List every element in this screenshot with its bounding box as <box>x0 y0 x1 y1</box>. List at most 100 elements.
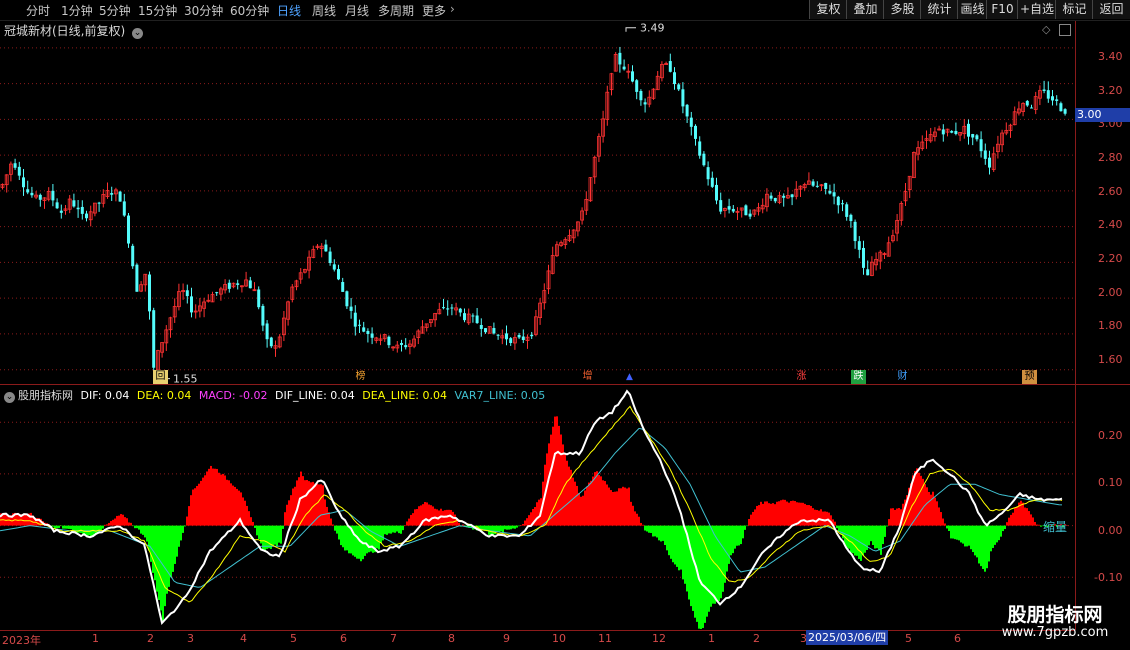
mark-button[interactable]: 标记 <box>1055 0 1093 19</box>
statistics-button[interactable]: 统计 <box>920 0 958 19</box>
month-label: 3 <box>187 632 194 645</box>
histogram-bar <box>1002 525 1004 532</box>
histogram-bar <box>770 503 772 526</box>
event-marker[interactable]: 财 <box>895 370 910 384</box>
histogram-bar <box>748 518 750 526</box>
histogram-bar <box>424 502 426 526</box>
candle-body <box>841 203 844 205</box>
histogram-bar <box>676 525 678 567</box>
candlestick-chart[interactable]: 3.49 1.55 <box>0 21 1075 384</box>
histogram-bar <box>528 515 530 526</box>
event-marker[interactable]: 榜 <box>353 370 368 384</box>
candle-body <box>55 202 59 209</box>
chevron-right-icon[interactable]: › <box>450 2 455 16</box>
histogram-bar <box>794 501 796 526</box>
period-tab-multi[interactable]: 多周期 <box>378 2 414 19</box>
histogram-bar <box>864 525 866 553</box>
histogram-bar <box>406 521 408 526</box>
histogram-bar <box>250 517 252 526</box>
watermark-title: 股朋指标网 <box>1007 604 1103 626</box>
period-tab-30min[interactable]: 30分钟 <box>184 2 223 19</box>
add-watchlist-button[interactable]: +自选 <box>1017 0 1056 19</box>
histogram-bar <box>248 511 250 526</box>
histogram-bar <box>62 525 64 529</box>
candle-body <box>832 192 836 197</box>
histogram-bar <box>108 522 110 526</box>
histogram-bar <box>160 525 162 611</box>
period-tab-60min[interactable]: 60分钟 <box>230 2 269 19</box>
month-label: 2 <box>147 632 154 645</box>
fuquan-button[interactable]: 复权 <box>809 0 847 19</box>
histogram-bar <box>884 525 886 537</box>
period-tab-daily[interactable]: 日线 <box>277 2 301 19</box>
histogram-bar <box>708 525 710 612</box>
candle-body <box>1030 107 1033 109</box>
histogram-bar <box>332 524 334 526</box>
candle-body <box>190 296 193 313</box>
histogram-bar <box>746 525 748 527</box>
histogram-bar <box>206 471 208 526</box>
histogram-bar <box>334 525 336 531</box>
histogram-bar <box>836 525 838 529</box>
histogram-bar <box>816 509 818 526</box>
histogram-bar <box>974 525 976 556</box>
histogram-bar <box>658 525 660 541</box>
overlay-button[interactable]: 叠加 <box>846 0 884 19</box>
panel-divider[interactable] <box>0 384 1130 385</box>
histogram-bar <box>1028 511 1030 526</box>
histogram-bar <box>176 525 178 557</box>
event-marker[interactable]: 预 <box>1022 370 1037 384</box>
histogram-bar <box>918 472 920 526</box>
histogram-bar <box>320 484 322 526</box>
month-label: 10 <box>552 632 566 645</box>
histogram-bar <box>562 444 564 526</box>
histogram-bar <box>728 525 730 564</box>
histogram-bar <box>64 525 66 529</box>
histogram-bar <box>194 488 196 526</box>
f10-button[interactable]: F10 <box>986 0 1018 19</box>
histogram-bar <box>630 501 632 526</box>
histogram-bar <box>52 525 54 527</box>
period-tab-intraday[interactable]: 分时 <box>26 2 50 19</box>
period-tab-more[interactable]: 更多 <box>422 2 446 19</box>
period-tab-monthly[interactable]: 月线 <box>345 2 369 19</box>
triangle-up-icon[interactable]: ▲ <box>622 370 637 384</box>
period-tab-1min[interactable]: 1分钟 <box>61 2 93 19</box>
back-button[interactable]: 返回 <box>1092 0 1130 19</box>
histogram-bar <box>328 512 330 526</box>
period-tab-15min[interactable]: 15分钟 <box>138 2 177 19</box>
event-marker[interactable]: 涨 <box>794 370 809 384</box>
macd-chart[interactable]: 缩量 <box>0 386 1075 629</box>
candle-body <box>828 190 832 194</box>
histogram-bar <box>566 460 568 526</box>
histogram-bar <box>412 513 414 526</box>
histogram-bar <box>652 525 654 537</box>
event-marker[interactable]: 回 <box>153 370 168 384</box>
histogram-bar <box>660 525 662 542</box>
candle-body <box>639 90 643 101</box>
candle-body <box>731 208 735 212</box>
histogram-bar <box>624 487 626 526</box>
histogram-bar <box>774 504 776 526</box>
candle-body <box>458 308 462 313</box>
draw-line-button[interactable]: 画线 <box>957 0 987 19</box>
histogram-bar <box>74 525 76 531</box>
histogram-bar <box>390 525 392 534</box>
histogram-bar <box>454 514 456 526</box>
event-marker[interactable]: 跌 <box>851 370 866 384</box>
period-tab-weekly[interactable]: 周线 <box>312 2 336 19</box>
price-tick: 1.80 <box>1098 319 1123 332</box>
multi-stock-button[interactable]: 多股 <box>883 0 921 19</box>
histogram-bar <box>380 525 382 544</box>
histogram-bar <box>984 525 986 572</box>
histogram-bar <box>684 525 686 584</box>
price-tick: 2.40 <box>1098 218 1123 231</box>
histogram-bar <box>588 482 590 526</box>
histogram-bar <box>662 525 664 541</box>
event-marker[interactable]: 增 <box>580 370 595 384</box>
candle-body <box>954 130 958 134</box>
period-tab-5min[interactable]: 5分钟 <box>99 2 131 19</box>
histogram-bar <box>130 522 132 526</box>
candle-body <box>22 177 25 188</box>
histogram-bar <box>994 525 996 545</box>
